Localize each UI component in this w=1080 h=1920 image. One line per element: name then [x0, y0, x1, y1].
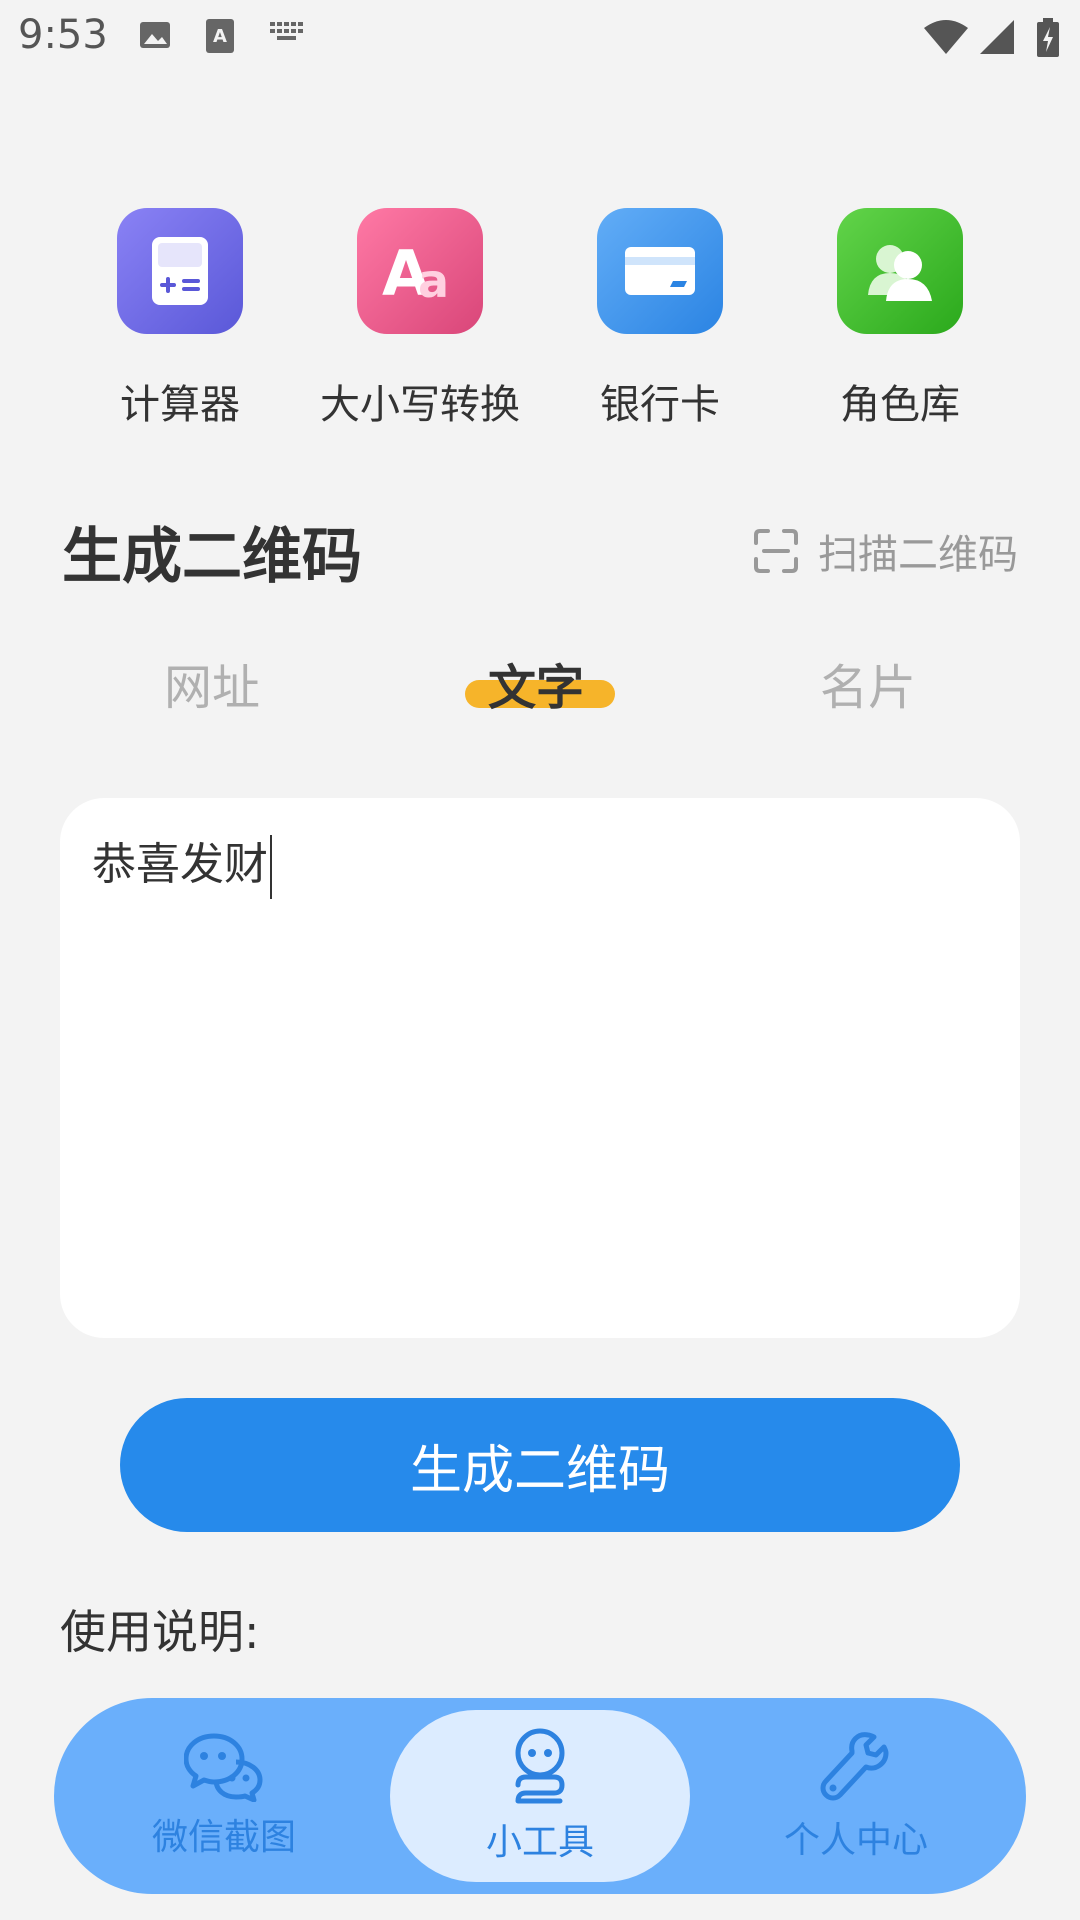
scan-icon [754, 529, 798, 573]
tool-case-convert[interactable]: A a 大小写转换 [310, 208, 530, 430]
tool-characters[interactable]: 角色库 [790, 208, 1010, 430]
text-input-content: 恭喜发财 [92, 828, 272, 899]
scan-qr-button[interactable]: 扫描二维码 [754, 522, 1018, 580]
nav-profile[interactable]: 个人中心 [726, 1698, 986, 1894]
nav-label: 个人中心 [783, 1820, 928, 1861]
wechat-chat-icon [184, 1733, 263, 1802]
text-input-value: 恭喜发财 [92, 839, 268, 890]
generate-qr-button[interactable]: 生成二维码 [120, 1398, 960, 1532]
tool-bank-card[interactable]: 银行卡 [550, 208, 770, 430]
status-bar: 9:53 A [0, 0, 1080, 72]
text-input-area[interactable]: 恭喜发财 [60, 798, 1020, 1338]
tool-label: 计算器 [120, 382, 240, 428]
tool-label: 银行卡 [600, 382, 720, 428]
wrench-icon [820, 1732, 889, 1801]
text-caret [270, 835, 272, 899]
status-time: 9:53 [18, 12, 108, 58]
svg-text:A: A [213, 26, 227, 47]
tab-url[interactable]: 网址 [164, 648, 260, 718]
instructions-title: 使用说明: [60, 1605, 260, 1659]
nav-tools[interactable]: 小工具 [390, 1710, 690, 1882]
battery-charging-icon [1037, 18, 1059, 57]
bank-card-icon [597, 208, 723, 334]
keyboard-icon [270, 22, 303, 40]
image-icon [140, 22, 170, 48]
tools-grid: 计算器 A a 大小写转换 银行卡 角色库 [0, 208, 1080, 438]
tool-calculator[interactable]: 计算器 [70, 208, 290, 430]
characters-icon [837, 208, 963, 334]
robot-tools-icon [515, 1728, 565, 1804]
section-title: 生成二维码 [62, 522, 362, 592]
calculator-icon [117, 208, 243, 334]
bottom-nav: 微信截图 小工具 个人中心 [54, 1698, 1026, 1894]
tab-label: 网址 [164, 660, 261, 716]
wifi-icon [924, 20, 968, 54]
nav-label: 小工具 [485, 1822, 594, 1863]
tab-text[interactable]: 文字 [488, 648, 584, 718]
signal-icon [980, 20, 1014, 54]
tab-label: 名片 [820, 660, 917, 716]
tab-label: 文字 [488, 660, 585, 716]
tool-label: 角色库 [840, 382, 960, 428]
scan-qr-label: 扫描二维码 [818, 532, 1018, 578]
tool-label: 大小写转换 [320, 382, 520, 428]
screen: 9:53 A 计算器 A a 大小写转换 银行卡 角色库 生成二维码 扫描二维码… [0, 0, 1080, 1920]
nav-label: 微信截图 [151, 1817, 296, 1858]
text-input-icon: A [206, 19, 234, 53]
svg-text:a: a [418, 254, 449, 301]
case-convert-icon: A a [357, 208, 483, 334]
tab-business-card[interactable]: 名片 [820, 648, 916, 718]
nav-wechat-screenshot[interactable]: 微信截图 [94, 1698, 354, 1894]
